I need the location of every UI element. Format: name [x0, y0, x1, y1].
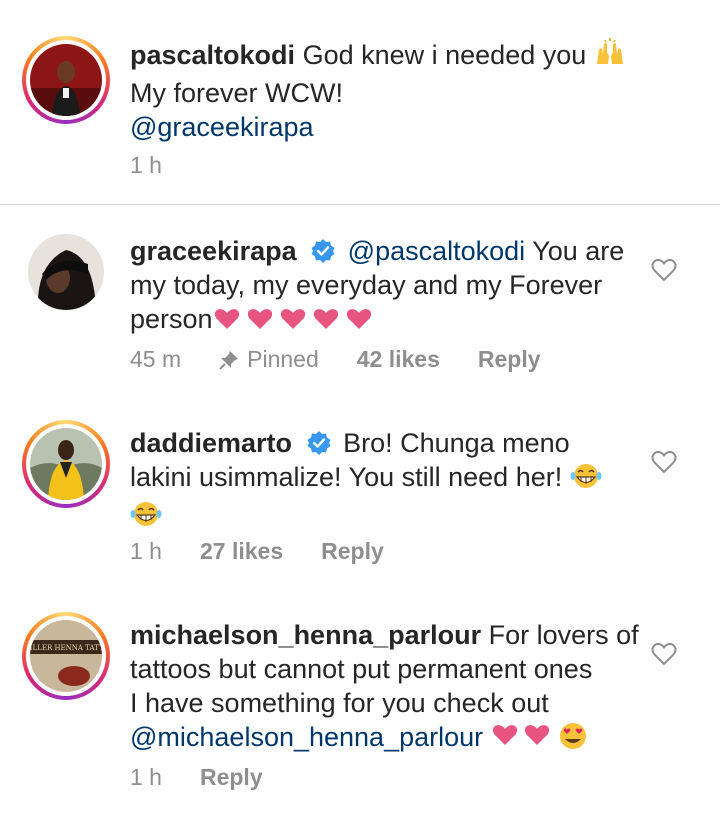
avatar-graceekirapa[interactable] [22, 228, 110, 316]
like-heart-icon[interactable] [650, 256, 678, 284]
comment-username[interactable]: michaelson_henna_parlour [130, 620, 481, 650]
caption-line1: God knew i needed you [302, 40, 587, 70]
comment-line2: tattoos but cannot put permanent ones [130, 654, 593, 684]
pink-hearts-emoji-icon [213, 306, 383, 340]
comment-meta: 1 h 27 likes Reply [130, 538, 422, 565]
verified-badge-icon [310, 238, 336, 264]
comment-text: graceekirapa @pascaltokodi You are my to… [130, 234, 630, 340]
comment-time: 1 h [130, 764, 162, 790]
comment-text: michaelson_henna_parlour For lovers of t… [130, 618, 640, 758]
comment-likes[interactable]: 27 likes [200, 538, 283, 565]
reply-button[interactable]: Reply [478, 346, 541, 373]
raised-hands-emoji-icon [594, 38, 626, 76]
caption-username[interactable]: pascaltokodi [130, 40, 295, 70]
hearts-and-heart-eyes-emoji-icon [491, 722, 591, 758]
comment-time: 45 m [130, 346, 182, 372]
caption-time: 1 h [130, 152, 162, 178]
comment-line2: my today, my everyday and my Forever [130, 270, 603, 300]
comment-username[interactable]: graceekirapa [130, 236, 297, 266]
like-heart-icon[interactable] [650, 640, 678, 668]
comment-line1: You are [532, 236, 625, 266]
comment-line1: For lovers of [488, 620, 639, 650]
comment-meta: 1 h Reply [130, 764, 301, 791]
caption-text: pascaltokodi God knew i needed you My fo… [130, 38, 670, 144]
comment-username[interactable]: daddiemarto [130, 428, 292, 458]
comment-line3: I have something for you check out [130, 688, 549, 718]
avatar-logo-text: MILLER HENNA TATTO [30, 644, 102, 652]
comment-time: 1 h [130, 538, 162, 564]
caption-line2: My forever WCW! [130, 78, 343, 108]
like-heart-icon[interactable] [650, 448, 678, 476]
grinning-emoji-icon [130, 500, 162, 536]
pinned-indicator: Pinned [219, 346, 319, 373]
pin-icon [219, 350, 239, 370]
comment-line3: person [130, 304, 213, 334]
reply-button[interactable]: Reply [321, 538, 384, 565]
comment-line2: lakini usimmalize! You still need her! [130, 462, 563, 492]
comment-meta: 45 m Pinned 42 likes Reply [130, 346, 579, 373]
avatar-daddiemarto[interactable] [22, 420, 110, 508]
caption-mention-link[interactable]: @graceekirapa [130, 112, 314, 142]
caption-meta: 1 h [130, 152, 200, 179]
comment-line1: Bro! Chunga meno [343, 428, 570, 458]
comment-mention-link[interactable]: @michaelson_henna_parlour [130, 722, 483, 752]
verified-badge-icon [306, 430, 332, 456]
avatar-pascaltokodi[interactable] [22, 36, 110, 124]
post-caption: pascaltokodi God knew i needed you My fo… [0, 0, 720, 205]
pinned-label: Pinned [247, 346, 319, 372]
comment-text: daddiemarto Bro! Chunga meno lakini usim… [130, 426, 630, 536]
comment-mention-link[interactable]: @pascaltokodi [348, 236, 526, 266]
comment-likes[interactable]: 42 likes [357, 346, 440, 373]
avatar-michaelson-henna-parlour[interactable]: MILLER HENNA TATTO [22, 612, 110, 700]
reply-button[interactable]: Reply [200, 764, 263, 791]
grinning-emoji-icon [570, 462, 602, 498]
